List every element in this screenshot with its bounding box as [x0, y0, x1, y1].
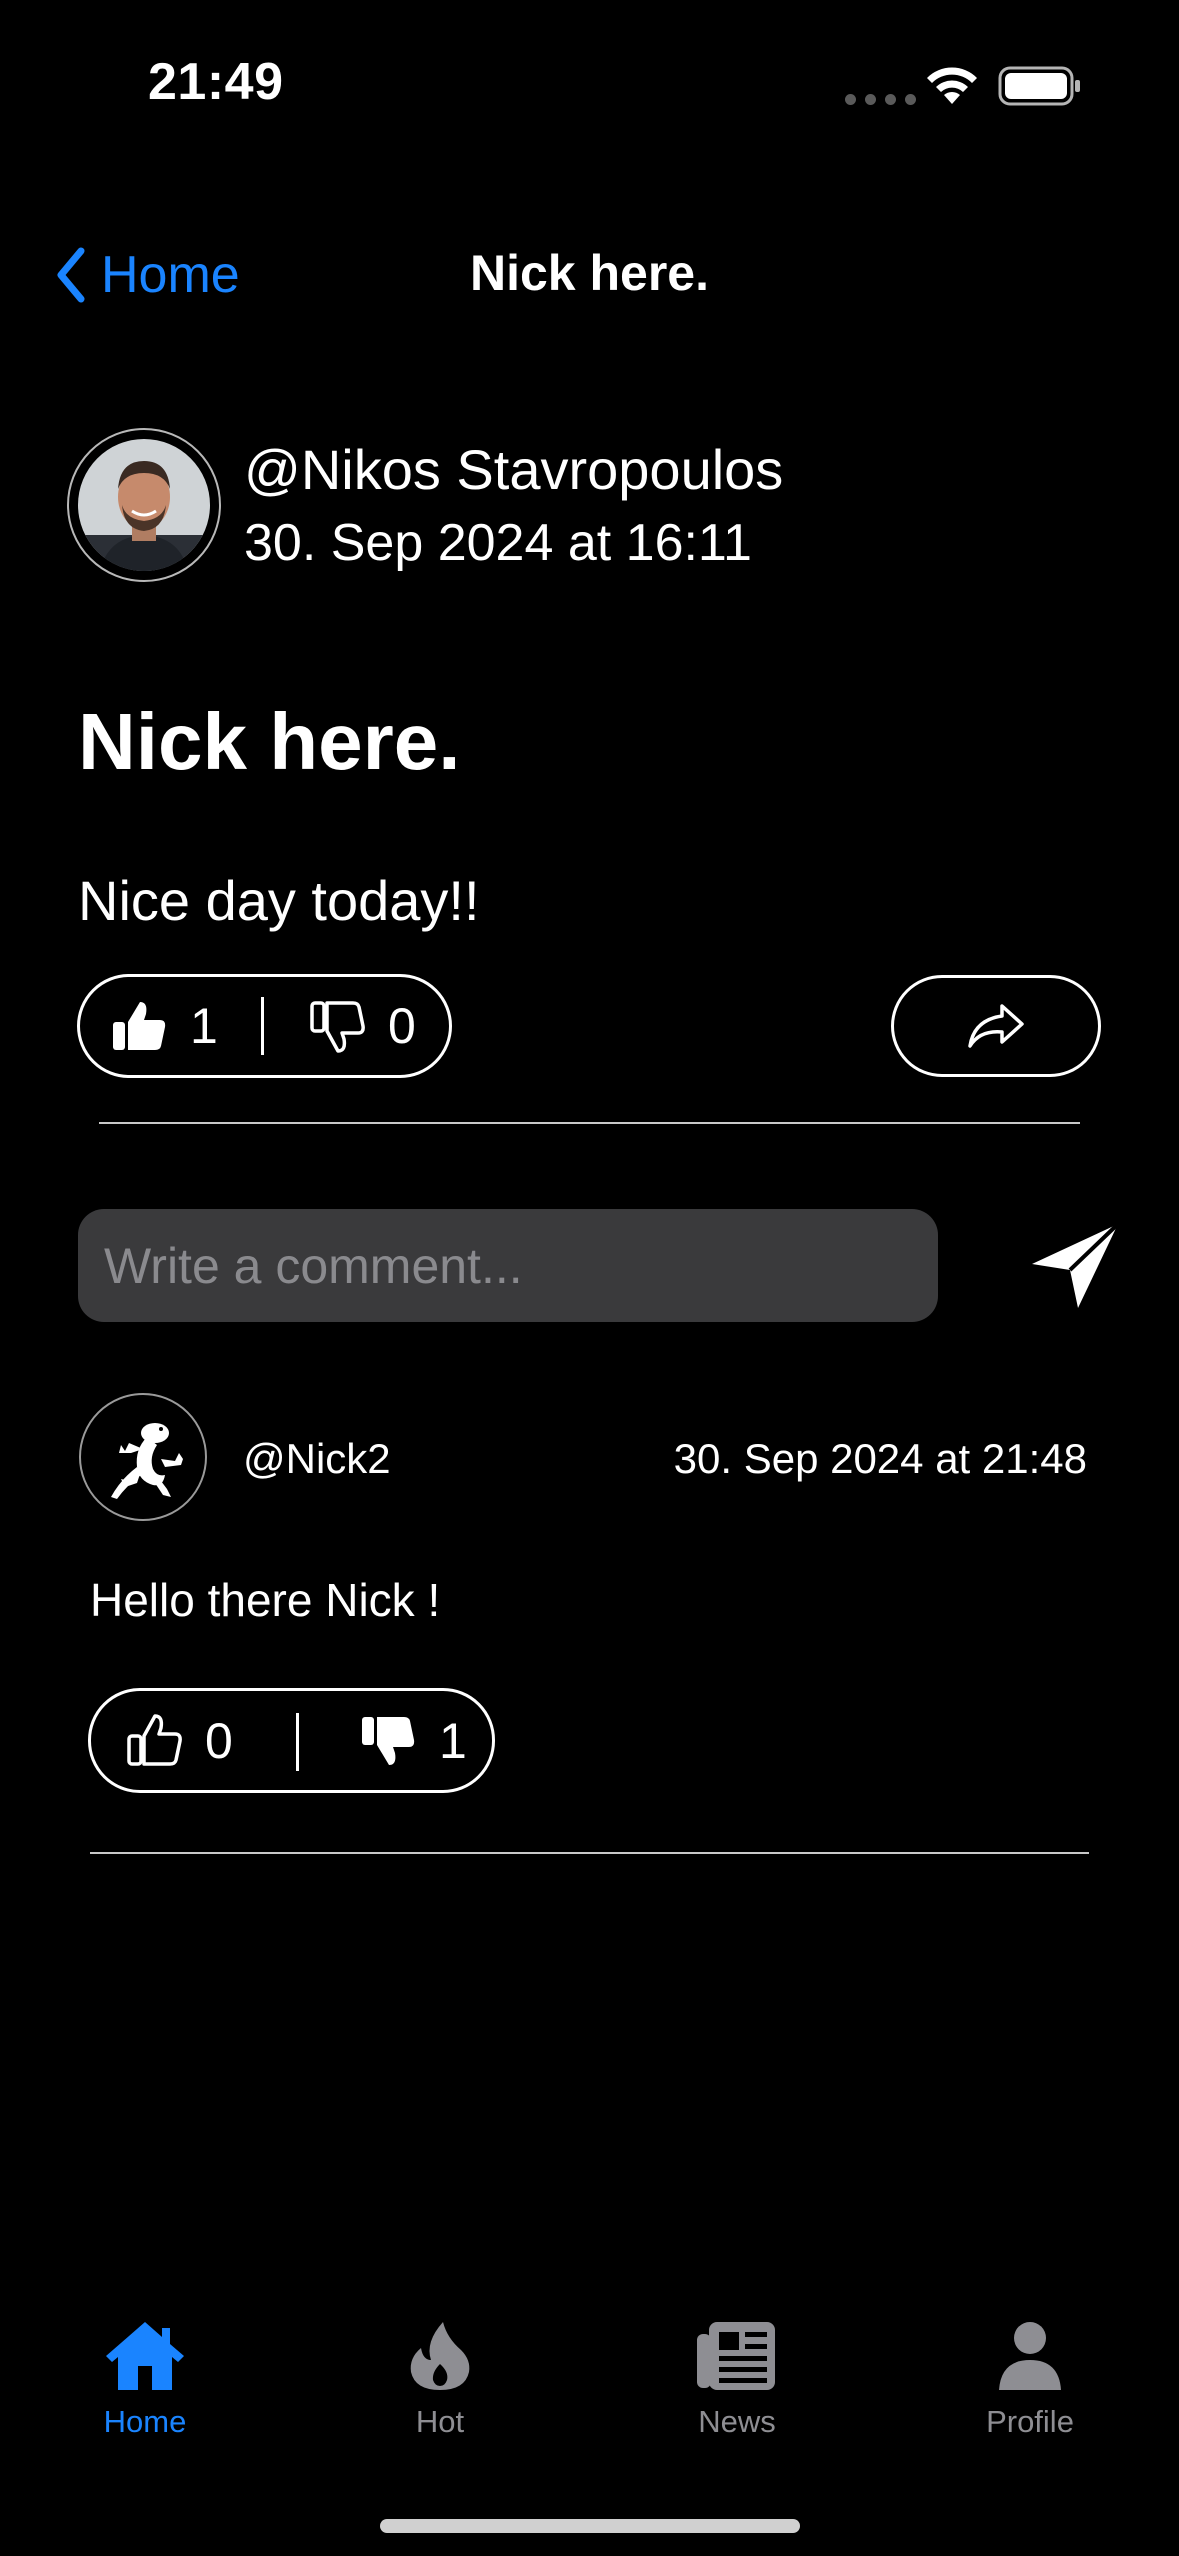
home-indicator: [380, 2519, 800, 2533]
post-date: 30. Sep 2024 at 16:11: [244, 514, 752, 572]
author-avatar[interactable]: [67, 428, 221, 582]
tab-profile-label: Profile: [986, 2404, 1074, 2439]
cellular-signal-icon: [845, 94, 916, 105]
thumbs-up-filled-icon: [113, 1002, 166, 1050]
tab-hot[interactable]: Hot: [340, 2320, 540, 2440]
lizard-logo-icon: [111, 1423, 183, 1499]
paper-plane-icon: [1032, 1222, 1120, 1308]
thumbs-down-outline-icon: [310, 1001, 365, 1053]
newspaper-icon: [697, 2322, 775, 2390]
person-icon: [999, 2322, 1061, 2390]
flame-icon: [410, 2322, 470, 2390]
comment-user[interactable]: @Nick2: [243, 1435, 391, 1483]
comment-date: 30. Sep 2024 at 21:48: [673, 1435, 1087, 1482]
comment-vote-control: 0 1: [88, 1688, 495, 1793]
comment-like-button[interactable]: 0: [125, 1691, 233, 1790]
vote-separator: [261, 997, 264, 1055]
post-vote-control: 1 0: [77, 974, 452, 1078]
status-bar-time: 21:49: [148, 53, 284, 111]
share-button[interactable]: [891, 975, 1101, 1077]
comment-dislike-count: 1: [439, 1712, 467, 1769]
post-title: Nick here.: [78, 697, 461, 786]
tab-home-label: Home: [103, 2404, 187, 2439]
comment-input[interactable]: [78, 1209, 938, 1322]
post-author[interactable]: @Nikos Stavropoulos: [244, 437, 783, 502]
thumbs-up-outline-icon: [127, 1713, 182, 1766]
comment-text: Hello there Nick !: [90, 1574, 441, 1626]
post-like-count: 1: [190, 998, 218, 1054]
battery-icon: [998, 66, 1080, 106]
tab-news[interactable]: News: [637, 2320, 837, 2440]
nav-title: Nick here.: [469, 245, 709, 301]
comment-like-count: 0: [205, 1712, 233, 1769]
comment-divider: [90, 1852, 1089, 1854]
tab-profile[interactable]: Profile: [930, 2320, 1130, 2440]
tab-hot-label: Hot: [415, 2404, 465, 2439]
post-like-button[interactable]: 1: [110, 977, 218, 1075]
wifi-icon: [927, 67, 977, 104]
post-body: Nice day today!!: [78, 869, 480, 932]
comment-avatar[interactable]: [79, 1393, 207, 1521]
author-photo: [78, 439, 210, 571]
house-icon: [106, 2322, 184, 2390]
thumbs-down-filled-icon: [362, 1716, 415, 1765]
post-dislike-count: 0: [388, 998, 416, 1054]
post-dislike-button[interactable]: 0: [308, 977, 416, 1075]
vote-separator: [296, 1713, 299, 1771]
post-divider: [99, 1122, 1080, 1124]
tab-news-label: News: [698, 2404, 776, 2439]
tab-home[interactable]: Home: [45, 2320, 245, 2440]
share-arrow-icon: [968, 1004, 1024, 1048]
send-comment-button[interactable]: [1030, 1220, 1122, 1317]
comment-dislike-button[interactable]: 1: [359, 1691, 467, 1790]
